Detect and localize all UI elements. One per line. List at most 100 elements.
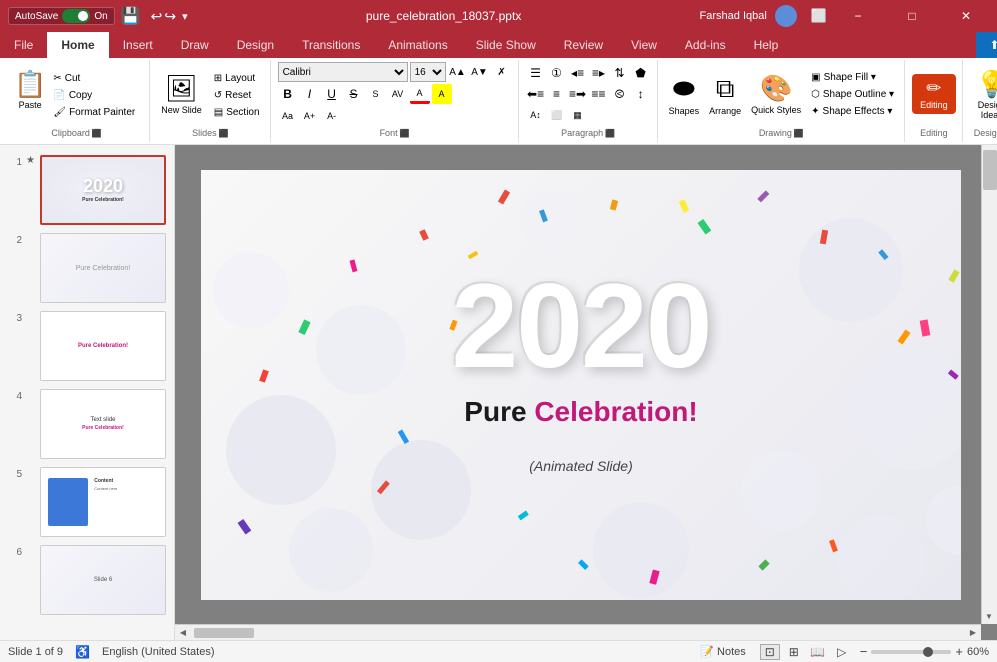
slide-item-6[interactable]: 6 Slide 6	[6, 543, 168, 617]
zoom-slider[interactable]	[871, 650, 951, 654]
font-expand-icon[interactable]: ⬛	[400, 129, 410, 138]
text-size-dec2[interactable]: A-	[322, 106, 342, 126]
ribbon-display-btn[interactable]: ⬜	[811, 8, 827, 24]
normal-view-button[interactable]: ⊡	[760, 644, 780, 660]
tab-file[interactable]: File	[0, 32, 47, 58]
close-button[interactable]: ✕	[943, 0, 989, 32]
drawing-expand-icon[interactable]: ⬛	[794, 129, 804, 138]
bullets-btn[interactable]: ☰	[526, 63, 546, 83]
copy-button[interactable]: 📄 Copy	[49, 88, 139, 103]
shape-fill-icon: ▣	[811, 72, 820, 83]
scroll-thumb-vertical[interactable]	[983, 150, 997, 190]
editing-button[interactable]: ✏ Editing	[912, 74, 956, 114]
redo-icon[interactable]: ↪	[164, 8, 176, 25]
design-ideas-button[interactable]: 💡 Design Ideas	[970, 67, 997, 122]
paste-button[interactable]: 📋 Paste ✂ Cut 📄 Copy	[10, 67, 143, 122]
scroll-thumb-horizontal[interactable]	[194, 628, 254, 638]
tab-help[interactable]: Help	[740, 32, 793, 58]
highlight-btn[interactable]: A	[432, 84, 452, 104]
zoom-in-icon[interactable]: +	[955, 644, 963, 659]
text-direction-btn[interactable]: ⇅	[610, 63, 630, 83]
autosave-toggle[interactable]	[62, 9, 90, 23]
autosave-badge[interactable]: AutoSave On	[8, 7, 115, 25]
tab-design[interactable]: Design	[223, 32, 288, 58]
font-size-select[interactable]: 16	[410, 62, 446, 82]
layout-button[interactable]: ⊞Layout	[210, 71, 264, 86]
convert-to-smartart-btn[interactable]: ⬟	[631, 63, 651, 83]
new-slide-button[interactable]: 🖼 New Slide	[157, 71, 206, 117]
maximize-button[interactable]: □	[889, 0, 935, 32]
notes-button[interactable]: 📝 Notes	[694, 643, 751, 660]
char-spacing-btn[interactable]: AV	[388, 84, 408, 104]
section-button[interactable]: ▤Section	[210, 105, 264, 120]
cut-button[interactable]: ✂ Cut	[49, 71, 139, 86]
slide-item-4[interactable]: 4 Text slide Pure Celebration!	[6, 387, 168, 461]
tab-home[interactable]: Home	[47, 32, 108, 58]
design-ideas-label: Design Ideas	[976, 100, 997, 120]
tab-addins[interactable]: Add-ins	[671, 32, 740, 58]
decrease-font-btn[interactable]: A▼	[470, 62, 490, 82]
reading-view-button[interactable]: 📖	[808, 644, 828, 660]
numbering-btn[interactable]: ①	[547, 63, 567, 83]
shape-outline-btn[interactable]: ⬡Shape Outline ▾	[807, 87, 898, 102]
zoom-out-icon[interactable]: −	[860, 644, 868, 659]
increase-indent-btn[interactable]: ≡▸	[589, 63, 609, 83]
align-right-btn[interactable]: ≡➡	[568, 84, 588, 104]
main-slide[interactable]: 2020 Pure Celebration! (Animated Slide)	[201, 170, 961, 600]
clipboard-expand-icon[interactable]: ⬛	[92, 129, 102, 138]
shape-effects-btn[interactable]: ✦Shape Effects ▾	[807, 104, 898, 119]
text-shadow-btn[interactable]: A↕	[526, 105, 546, 125]
line-spacing-btn[interactable]: ↕	[631, 84, 651, 104]
tab-view[interactable]: View	[617, 32, 671, 58]
shapes-button[interactable]: ⬬ Shapes	[665, 71, 704, 118]
slide-thumb-2: Pure Celebration!	[40, 233, 166, 303]
font-color-btn[interactable]: A	[410, 84, 430, 104]
arrange-button[interactable]: ⧉ Arrange	[705, 71, 745, 118]
para-expand-icon[interactable]: ⬛	[605, 129, 615, 138]
slide-sorter-button[interactable]: ⊞	[784, 644, 804, 660]
format-painter-button[interactable]: 🖌 Format Painter	[49, 105, 139, 120]
italic-button[interactable]: I	[300, 84, 320, 104]
increase-font-btn[interactable]: A▲	[448, 62, 468, 82]
shape-fill-btn[interactable]: ▣Shape Fill ▾	[807, 70, 898, 85]
tab-slideshow[interactable]: Slide Show	[462, 32, 550, 58]
accessibility-icon[interactable]: ♿	[75, 645, 90, 659]
align-center-btn[interactable]: ≡	[547, 84, 567, 104]
undo-icon[interactable]: ↩	[151, 8, 163, 25]
tab-transitions[interactable]: Transitions	[288, 32, 374, 58]
tab-draw[interactable]: Draw	[167, 32, 223, 58]
para-bg-btn[interactable]: ▦	[568, 105, 588, 125]
decrease-indent-btn[interactable]: ◂≡	[568, 63, 588, 83]
slideshow-view-button[interactable]: ▷	[832, 644, 852, 660]
columns-btn[interactable]: ⧀	[610, 84, 630, 104]
text-case-btn[interactable]: Aa	[278, 106, 298, 126]
shadow-btn[interactable]: S	[366, 84, 386, 104]
minimize-button[interactable]: −	[835, 0, 881, 32]
align-left-btn[interactable]: ⬅≡	[526, 84, 546, 104]
quick-styles-button[interactable]: 🎨 Quick Styles	[747, 71, 805, 117]
slide-item-1[interactable]: 1 ★ 2020 Pure Celebration!	[6, 153, 168, 227]
slide-5-body: Content here	[94, 486, 158, 491]
para-color-btn[interactable]: ⬜	[547, 105, 567, 125]
slide-item-2[interactable]: 2 Pure Celebration!	[6, 231, 168, 305]
tab-insert[interactable]: Insert	[109, 32, 167, 58]
font-family-select[interactable]: Calibri	[278, 62, 408, 82]
clear-format-btn[interactable]: ✗	[492, 62, 512, 82]
scroll-down-arrow[interactable]: ▼	[982, 608, 996, 624]
justify-btn[interactable]: ≡≡	[589, 84, 609, 104]
share-button[interactable]: ⬆ Share	[976, 32, 997, 58]
slide-item-5[interactable]: 5 Content Content here	[6, 465, 168, 539]
reset-button[interactable]: ↺Reset	[210, 88, 264, 103]
slides-expand-icon[interactable]: ⬛	[219, 129, 229, 138]
tab-animations[interactable]: Animations	[374, 32, 461, 58]
bold-button[interactable]: B	[278, 84, 298, 104]
scroll-left-arrow[interactable]: ◀	[175, 625, 191, 641]
underline-button[interactable]: U	[322, 84, 342, 104]
strikethrough-button[interactable]: S	[344, 84, 364, 104]
scroll-right-arrow[interactable]: ▶	[965, 625, 981, 641]
text-size-inc2[interactable]: A+	[300, 106, 320, 126]
tab-review[interactable]: Review	[550, 32, 617, 58]
slide-item-3[interactable]: 3 Pure Celebration!	[6, 309, 168, 383]
save-icon[interactable]: 💾	[121, 6, 141, 26]
slide-thumb-year: 2020	[83, 177, 123, 195]
